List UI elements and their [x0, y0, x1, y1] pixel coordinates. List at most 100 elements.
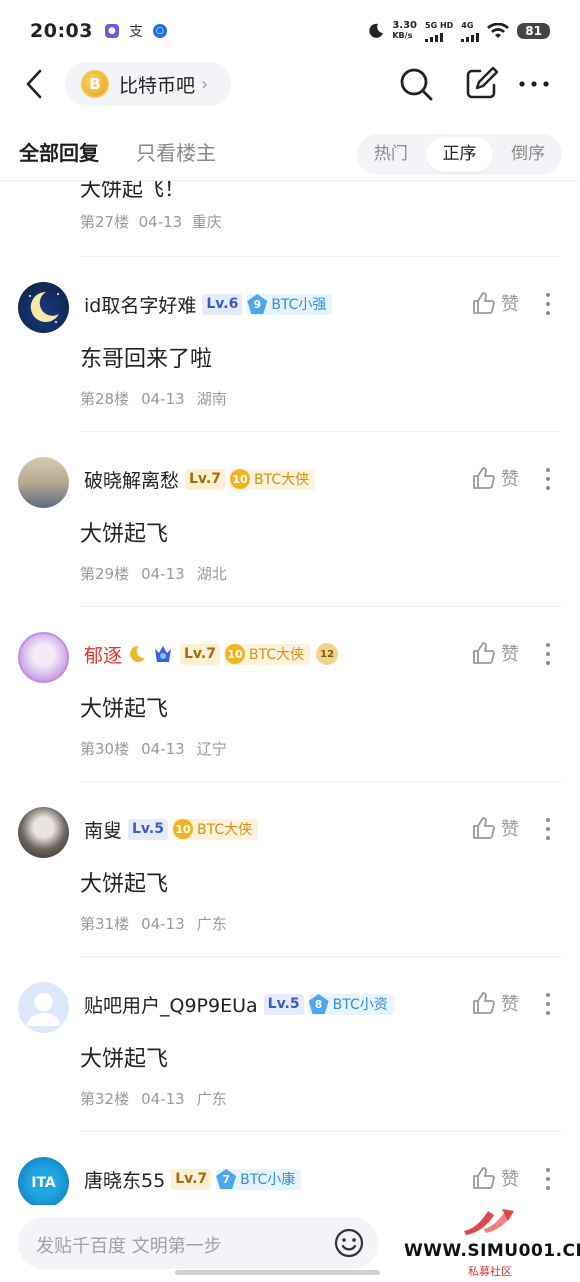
moon-avatar-icon [29, 291, 59, 323]
more-vertical-icon[interactable] [541, 465, 555, 493]
reply-location: 广东 [196, 915, 227, 933]
bitcoin-logo-icon: B [81, 70, 109, 98]
username[interactable]: id取名字好难 [84, 291, 196, 318]
reply-item[interactable]: 郁逐 Lv.7 10 BTC大侠 12 赞 大饼起飞 第30楼 04-13 辽宁 [0, 607, 580, 782]
sort-hot-button[interactable]: 热门 [357, 137, 425, 172]
username[interactable]: 贴吧用户_Q9P9EUa [84, 991, 258, 1018]
search-icon[interactable] [398, 66, 434, 102]
battery-indicator: 81 [517, 23, 550, 39]
signal-bars-2 [461, 30, 480, 42]
sort-descending-button[interactable]: 倒序 [494, 137, 562, 172]
edit-post-icon[interactable] [463, 66, 499, 102]
username[interactable]: 郁逐 [84, 641, 122, 668]
top-nav: B 比特币吧 › [0, 62, 580, 106]
thumbs-up-icon [473, 1167, 495, 1189]
reply-content: 大饼起飞！ [80, 181, 185, 201]
gem-icon: 8 [308, 994, 329, 1014]
reply-meta: 第31楼 04-13 广东 [80, 913, 239, 934]
gem-icon: 9 [247, 294, 268, 314]
tab-owner-only[interactable]: 只看楼主 [136, 137, 216, 166]
home-indicator[interactable] [175, 1270, 380, 1275]
status-right: 3.30 KB/s 5G HD 4G 81 [368, 21, 550, 42]
more-vertical-icon[interactable] [541, 990, 555, 1018]
member-title-text: BTC小康 [240, 1172, 296, 1188]
net-speed-value: 3.30 [392, 20, 418, 31]
thumbs-up-icon [473, 292, 495, 314]
member-title-badge: 8 BTC小资 [308, 993, 394, 1015]
reply-date: 04-13 [141, 740, 185, 758]
member-title-text: BTC大侠 [196, 822, 253, 838]
avatar-text: ITA [31, 1174, 56, 1191]
level-badge: Lv.7 [180, 643, 220, 665]
like-label: 赞 [501, 294, 519, 315]
crescent-moon-icon [126, 643, 148, 665]
thumbs-up-icon [473, 642, 495, 664]
crown-vip-icon [152, 643, 174, 665]
like-label: 赞 [501, 994, 519, 1015]
reply-meta: 第27楼 04-13 重庆 [80, 211, 222, 232]
network-label-4g: 4G [461, 20, 474, 30]
app-notification-icon: ● [104, 24, 119, 38]
like-button[interactable]: 赞 [471, 640, 519, 666]
level-badge: Lv.7 [171, 1168, 212, 1190]
app-circle-icon: ○ [152, 24, 167, 38]
reply-location: 重庆 [191, 213, 222, 231]
forum-entry-button[interactable]: B 比特币吧 › [65, 62, 231, 106]
reply-floor: 第30楼 [80, 740, 130, 758]
reply-item[interactable]: 南叟 Lv.5 10 BTC大侠 赞 大饼起飞 第31楼 04-13 广东 [0, 782, 580, 957]
reply-date: 04-13 [141, 915, 185, 933]
more-options-icon[interactable] [516, 66, 552, 102]
reply-location: 辽宁 [196, 740, 227, 758]
like-label: 赞 [501, 1169, 519, 1190]
username[interactable]: 南叟 [84, 816, 122, 843]
avatar[interactable]: ITA [18, 1157, 69, 1205]
emoji-icon[interactable] [333, 1227, 365, 1259]
user-info: 唐晓东55 Lv.7 7 BTC小康 [84, 1165, 302, 1193]
like-button[interactable]: 赞 [471, 815, 519, 841]
reply-date: 04-13 [138, 213, 183, 231]
reply-meta: 第30楼 04-13 辽宁 [80, 738, 239, 759]
watermark-subtitle: 私募社区 [468, 1265, 512, 1278]
like-button[interactable]: 赞 [471, 1165, 519, 1191]
gem-icon: 10 [224, 644, 245, 664]
like-button[interactable]: 赞 [471, 290, 519, 316]
member-title-text: BTC大侠 [248, 647, 305, 663]
avatar[interactable] [18, 282, 69, 333]
default-avatar-icon[interactable] [18, 982, 69, 1033]
reply-meta: 第29楼 04-13 湖北 [80, 563, 239, 584]
more-vertical-icon[interactable] [541, 1165, 555, 1193]
reply-item[interactable]: id取名字好难 Lv.6 9 BTC小强 赞 东哥回来了啦 第28楼 04-13 湖南 [0, 257, 580, 432]
user-info: id取名字好难 Lv.6 9 BTC小强 [84, 290, 333, 318]
reply-content: 大饼起飞 [80, 522, 169, 547]
more-vertical-icon[interactable] [541, 640, 555, 668]
reply-filter-tabs: 全部回复 只看楼主 热门 正序 倒序 [0, 127, 580, 179]
reply-content: 大饼起飞 [80, 1047, 169, 1072]
reply-floor: 第28楼 [80, 390, 130, 408]
sort-ascending-button[interactable]: 正序 [425, 137, 494, 172]
more-vertical-icon[interactable] [541, 815, 555, 843]
like-button[interactable]: 赞 [471, 465, 519, 491]
like-button[interactable]: 赞 [471, 990, 519, 1016]
avatar[interactable] [18, 632, 69, 683]
username[interactable]: 破晓解离愁 [84, 466, 179, 493]
tab-all-replies[interactable]: 全部回复 [19, 137, 99, 166]
username[interactable]: 唐晓东55 [84, 1166, 165, 1193]
alipay-icon: 支 [128, 24, 143, 40]
more-vertical-icon[interactable] [541, 290, 555, 318]
reply-item[interactable]: 贴吧用户_Q9P9EUa Lv.5 8 BTC小资 赞 大饼起飞 第32楼 04-1… [0, 957, 580, 1132]
gem-icon: 10 [172, 819, 193, 839]
watermark: WWW.SIMU001.CN 私募社区 [400, 1205, 580, 1282]
reply-item[interactable]: ITA 唐晓东55 Lv.7 7 BTC小康 赞 [0, 1132, 580, 1205]
avatar[interactable] [18, 807, 69, 858]
reply-location: 广东 [196, 1090, 227, 1108]
reply-floor: 第29楼 [80, 565, 130, 583]
back-arrow-icon[interactable] [22, 68, 48, 100]
reply-item[interactable]: 破晓解离愁 Lv.7 10 BTC大侠 赞 大饼起飞 第29楼 04-13 湖北 [0, 432, 580, 607]
reply-input[interactable]: 发贴千百度 文明第一步 [18, 1217, 378, 1269]
reply-item-partial[interactable]: 大饼起飞！ 第27楼 04-13 重庆 [0, 181, 580, 257]
avatar[interactable] [18, 457, 69, 508]
gem-icon: 10 [229, 469, 250, 489]
member-title-text: BTC小资 [332, 997, 388, 1013]
watermark-url: WWW.SIMU001.CN [404, 1241, 580, 1261]
signal-bars-1 [425, 30, 453, 42]
